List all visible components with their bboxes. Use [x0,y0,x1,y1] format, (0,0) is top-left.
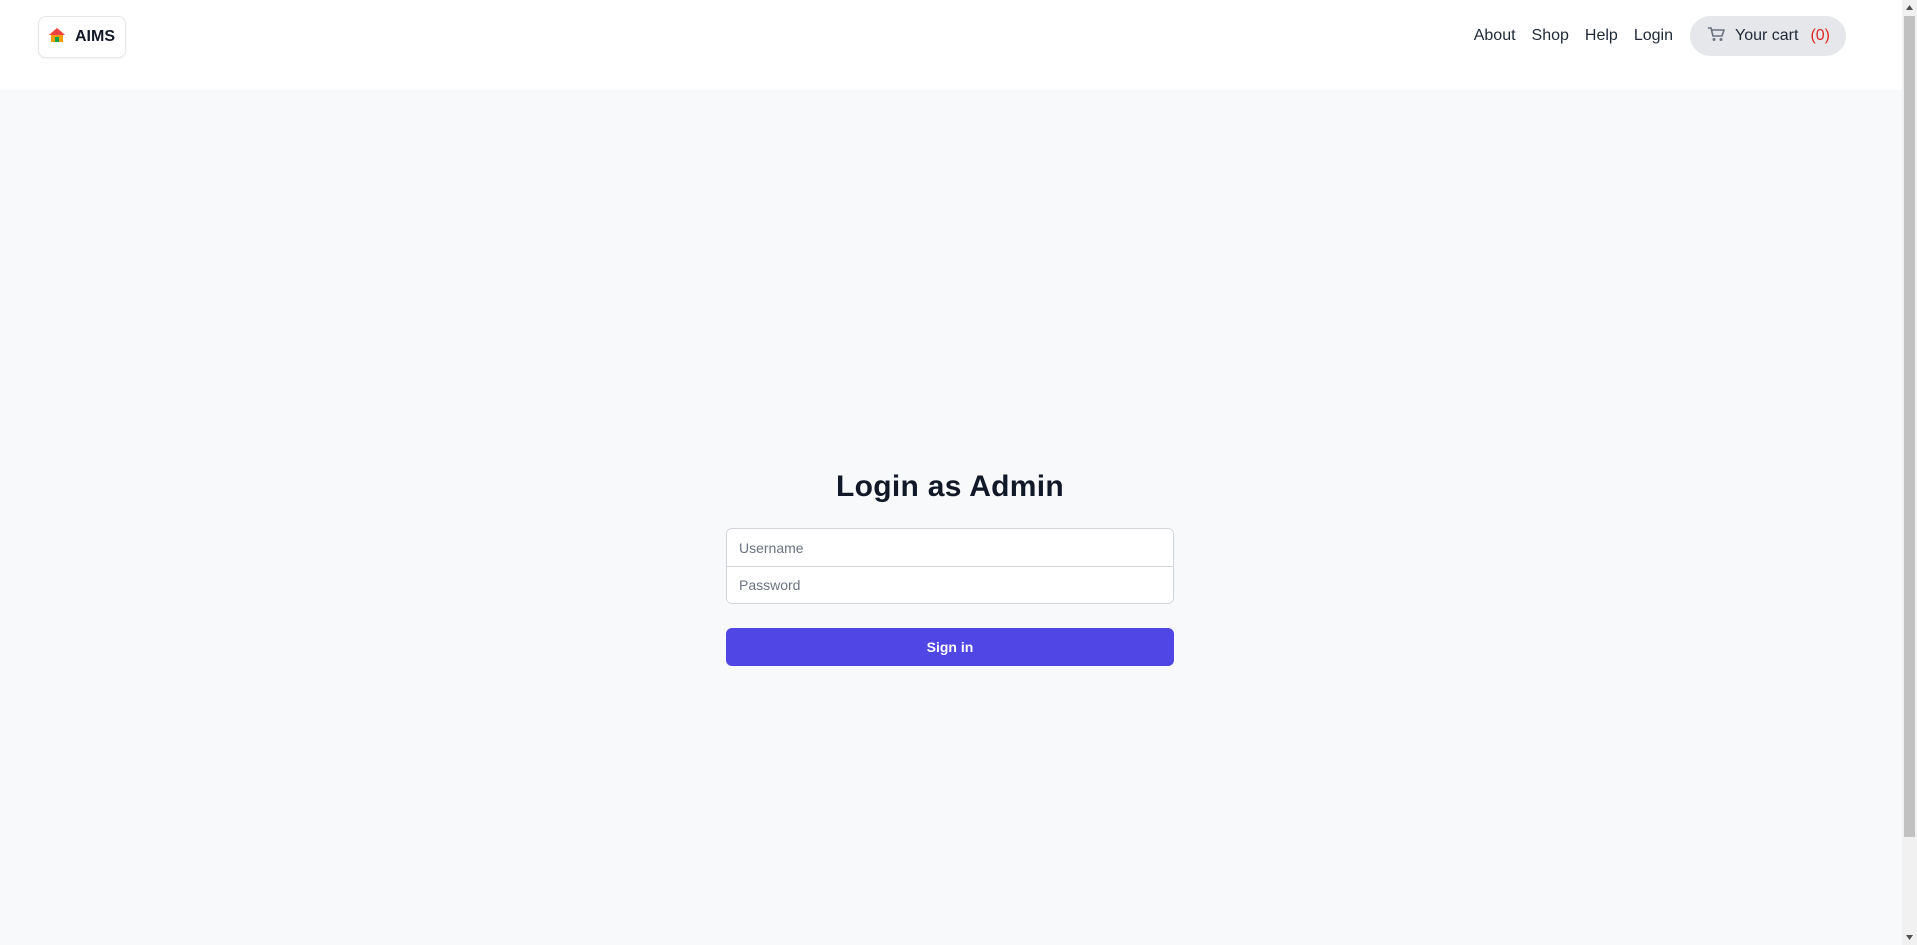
brand-name: AIMS [75,28,115,45]
page: AIMS About Shop Help Login Your cart (0) [0,0,1917,945]
cart-button[interactable]: Your cart (0) [1689,16,1846,56]
nav-help[interactable]: Help [1585,27,1618,45]
cart-count: (0) [1810,27,1830,44]
main-nav: About Shop Help Login Your cart (0) [1474,16,1846,56]
username-input[interactable] [727,529,1173,566]
nav-about[interactable]: About [1474,27,1516,45]
scroll-up-arrow-icon[interactable] [1902,0,1917,15]
nav-shop[interactable]: Shop [1532,27,1569,45]
house-icon [48,26,66,49]
credentials-group [726,528,1174,604]
password-input[interactable] [727,566,1173,603]
scroll-down-arrow-icon[interactable] [1902,930,1917,945]
page-title: Login as Admin [835,470,1065,503]
scrollbar-thumb[interactable] [1904,16,1915,837]
cart-icon [1707,26,1725,47]
cart-label: Your cart [1734,27,1799,44]
top-navbar: AIMS About Shop Help Login Your cart (0) [0,0,1902,90]
login-form: Login as Admin Sign in [726,470,1174,666]
nav-login[interactable]: Login [1634,27,1673,45]
vertical-scrollbar[interactable] [1902,0,1917,945]
home-logo-button[interactable]: AIMS [38,16,126,58]
sign-in-button[interactable]: Sign in [726,628,1174,666]
